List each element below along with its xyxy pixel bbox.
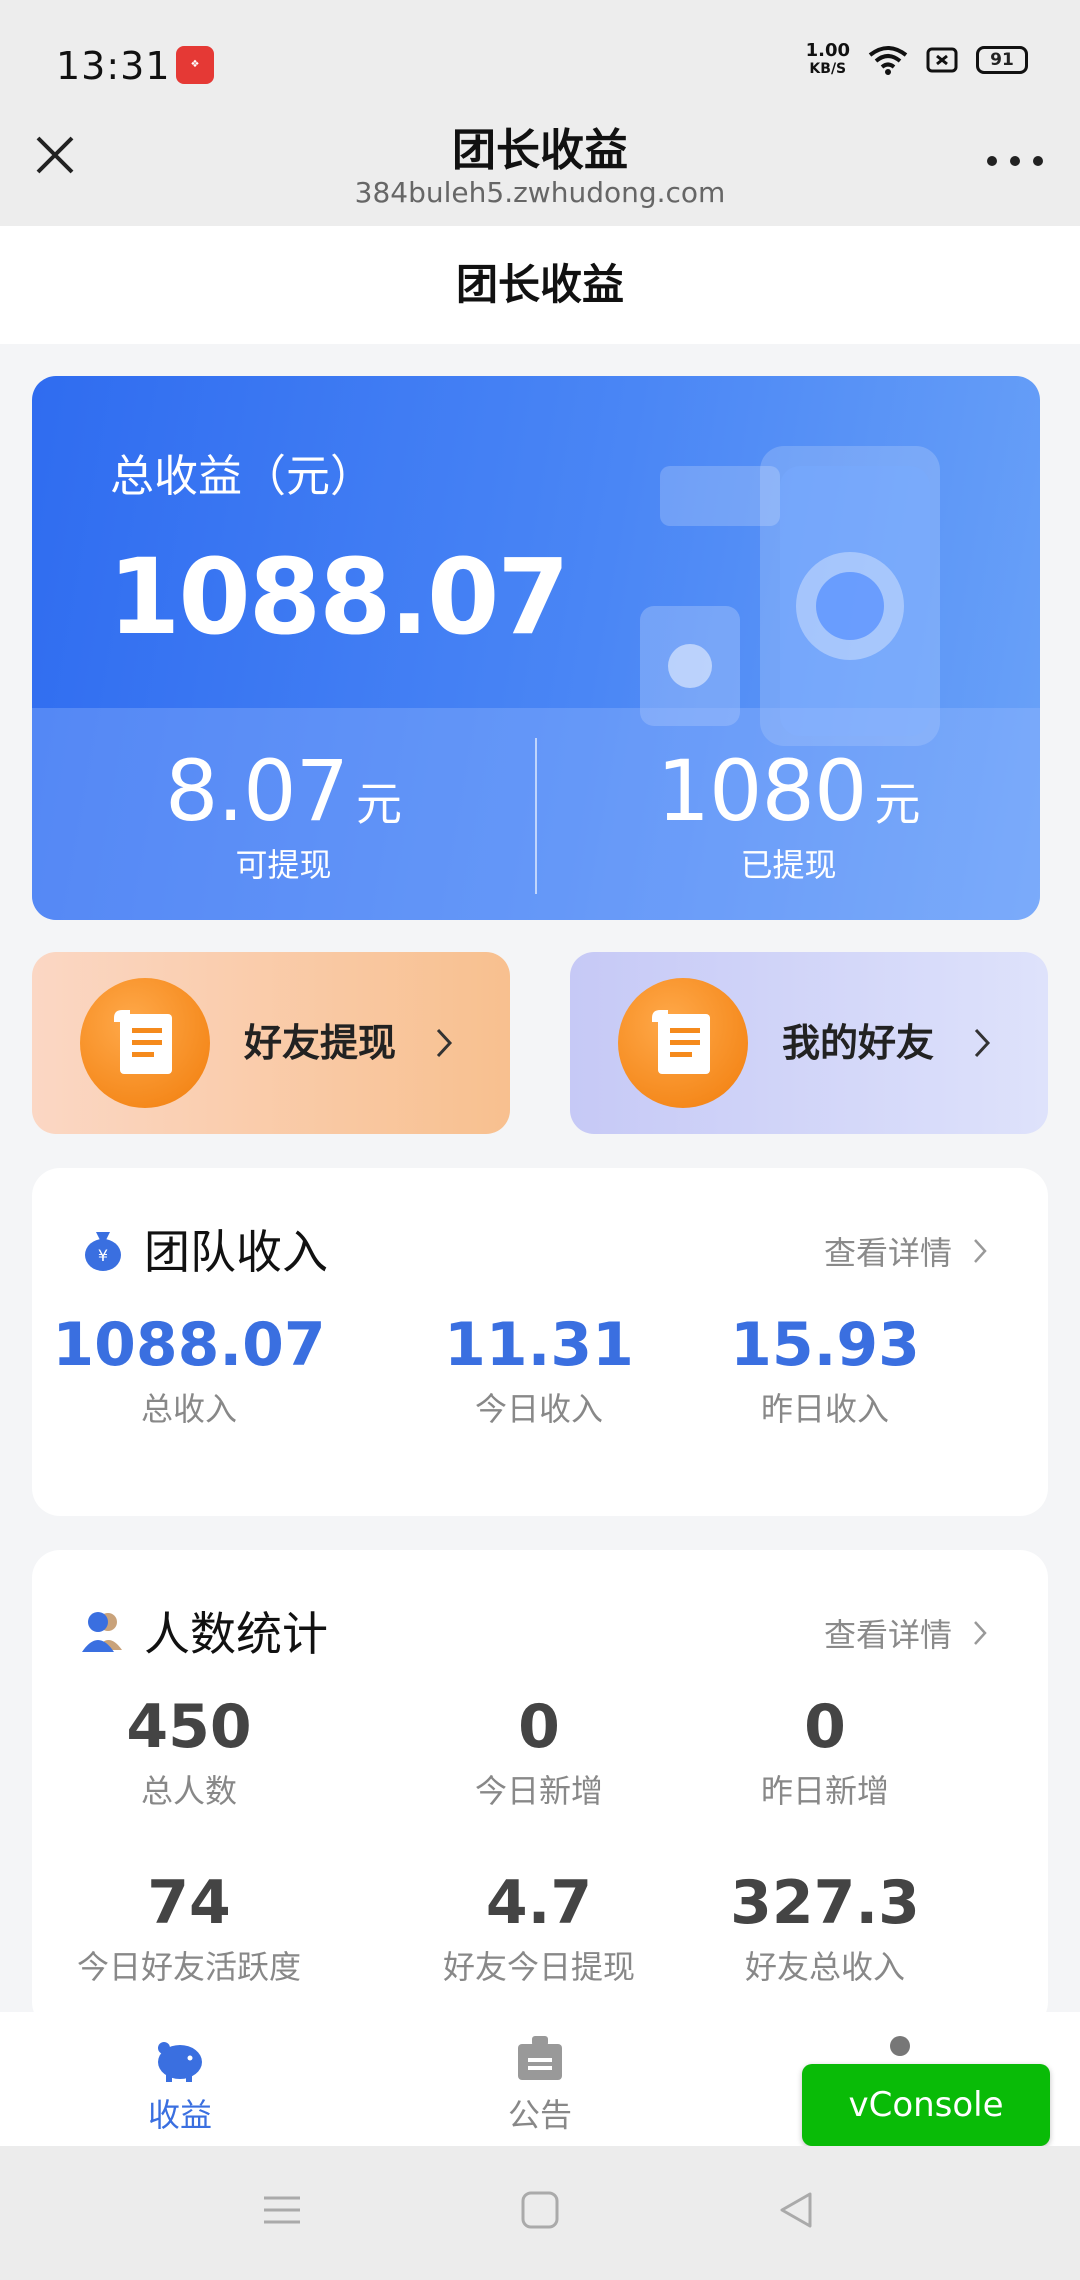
stat-value: 0	[804, 1692, 846, 1762]
page-title: 团长收益	[452, 125, 628, 176]
stat-label: 昨日收入	[760, 1390, 889, 1428]
status-icons: 1.00 KB/S 91	[806, 42, 1028, 78]
chevron-right-icon	[974, 1239, 987, 1263]
details-link-label: 查看详情	[823, 1616, 952, 1654]
nav-item-notice[interactable]: 公告	[440, 2034, 640, 2136]
stat-value: 15.93	[730, 1310, 920, 1380]
stat-value: 1088.07	[52, 1310, 326, 1380]
stat-value: 450	[126, 1692, 252, 1762]
withdrawable-label: 可提现	[235, 846, 332, 884]
people-stats-details-link[interactable]: 查看详情	[824, 1610, 988, 1656]
chevron-right-icon	[974, 1621, 987, 1645]
stat-yesterday-income: 15.93 昨日收入	[682, 1310, 968, 1430]
receipt-icon	[80, 978, 210, 1108]
stat-value: 11.31	[444, 1310, 634, 1380]
details-link-label: 查看详情	[823, 1234, 952, 1272]
friend-withdraw-label: 好友提现	[244, 1021, 397, 1065]
friend-withdraw-button[interactable]: 好友提现	[32, 952, 510, 1134]
my-friends-label: 我的好友	[782, 1021, 935, 1065]
withdrawable-amount: 8.07	[164, 742, 349, 840]
withdrawn-label: 已提现	[740, 846, 837, 884]
system-nav-bar	[0, 2146, 1080, 2280]
stat-friend-activity: 74 今日好友活跃度	[46, 1868, 332, 1988]
browser-title-bar: 团长收益 384buleh5.zwhudong.com	[0, 100, 1080, 226]
piggy-bank-icon	[158, 2042, 202, 2082]
stat-label: 今日好友活跃度	[76, 1948, 301, 1986]
withdrawn-amount: 1080	[656, 742, 868, 840]
team-income-panel: ¥ 团队收入 查看详情 1088.07 总收入 11.31 今日收入 15.93…	[32, 1168, 1048, 1516]
withdraw-summary: 8.07 元 可提现 1080 元 已提现	[32, 708, 1040, 920]
back-icon[interactable]	[776, 2190, 816, 2230]
withdrawn-unit: 元	[874, 777, 921, 831]
nav-label: 收益	[147, 2096, 212, 2134]
people-stats-title: 人数统计	[144, 1607, 328, 1661]
nav-label: 公告	[507, 2096, 572, 2134]
users-icon	[82, 1612, 122, 1652]
page-header: 团长收益	[0, 226, 1080, 344]
network-speed: 1.00 KB/S	[806, 42, 850, 78]
app-icon: ❖	[176, 46, 214, 84]
battery-icon: 91	[976, 46, 1028, 74]
stat-label: 总收入	[140, 1390, 237, 1428]
stat-label: 今日新增	[474, 1772, 603, 1810]
home-icon[interactable]	[520, 2190, 560, 2230]
stat-label: 好友今日提现	[442, 1948, 635, 1986]
team-income-details-link[interactable]: 查看详情	[824, 1228, 988, 1274]
money-bag-icon: ¥	[85, 1232, 121, 1271]
stat-today-income: 11.31 今日收入	[396, 1310, 682, 1430]
total-earnings-amount: 1088.07	[108, 536, 570, 658]
stat-total-people: 450 总人数	[46, 1692, 332, 1812]
withdrawable-block: 8.07 元 可提现	[32, 742, 535, 886]
stat-friend-total-income: 327.3 好友总收入	[682, 1868, 968, 1988]
more-menu-icon[interactable]	[980, 146, 1050, 176]
nav-item-earnings[interactable]: 收益	[80, 2034, 280, 2136]
withdrawable-unit: 元	[356, 777, 403, 831]
stat-yesterday-new: 0 昨日新增	[682, 1692, 968, 1812]
stat-friend-today-withdraw: 4.7 好友今日提现	[396, 1868, 682, 1988]
status-time: 13:31	[56, 44, 171, 88]
stat-today-new: 0 今日新增	[396, 1692, 682, 1812]
stat-label: 昨日新增	[760, 1772, 889, 1810]
net-speed-unit: KB/S	[809, 61, 847, 77]
stat-label: 总人数	[140, 1772, 237, 1810]
page-url: 384buleh5.zwhudong.com	[354, 176, 726, 209]
notice-icon	[518, 2036, 562, 2080]
stat-value: 4.7	[485, 1868, 593, 1938]
people-stats-panel: 人数统计 查看详情 450 总人数 0 今日新增 0 昨日新增 74 今日好友活…	[32, 1550, 1048, 2030]
stat-total-income: 1088.07 总收入	[46, 1310, 332, 1430]
my-friends-button[interactable]: 我的好友	[570, 952, 1048, 1134]
sim-icon	[926, 47, 958, 73]
withdrawn-block: 1080 元 已提现	[537, 742, 1040, 886]
stat-value: 0	[518, 1692, 560, 1762]
team-income-title: 团队收入	[144, 1225, 328, 1279]
total-earnings-card: 总收益（元） 1088.07 8.07 元 可提现 1080 元 已提现	[32, 376, 1040, 920]
stat-value: 74	[147, 1868, 231, 1938]
wifi-icon	[868, 46, 908, 75]
vconsole-dot	[890, 2036, 910, 2056]
total-earnings-label: 总收益（元）	[110, 451, 374, 502]
vconsole-button[interactable]: vConsole	[802, 2064, 1050, 2146]
net-speed-value: 1.00	[805, 40, 850, 61]
stat-label: 今日收入	[474, 1390, 603, 1428]
menu-icon[interactable]	[262, 2190, 302, 2230]
stat-value: 327.3	[730, 1868, 920, 1938]
receipt-icon	[618, 978, 748, 1108]
chevron-right-icon	[436, 1028, 453, 1058]
svg-text:¥: ¥	[98, 1246, 108, 1265]
chevron-right-icon	[974, 1028, 991, 1058]
stat-label: 好友总收入	[744, 1948, 905, 1986]
